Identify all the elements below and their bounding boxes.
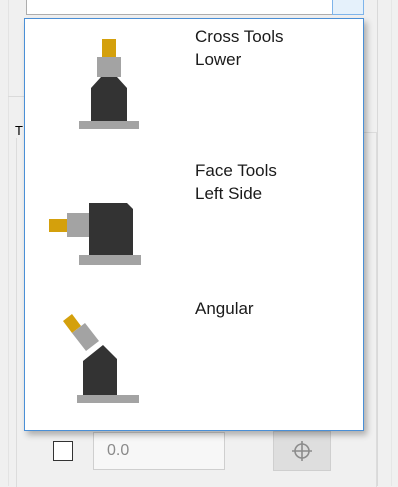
option-face-tools-left-side[interactable]: Face Tools Left Side	[25, 153, 363, 287]
option-label: Face Tools Left Side	[195, 161, 277, 203]
value-input[interactable]: 0.0	[93, 432, 225, 470]
angular-tool-icon	[63, 314, 139, 403]
group-box-title: T	[14, 123, 24, 138]
option-cross-tools-lower[interactable]: Cross Tools Lower	[25, 19, 363, 153]
crosshair-button[interactable]	[273, 431, 331, 471]
tool-type-combobox[interactable]	[26, 0, 334, 15]
divider	[8, 0, 9, 486]
cross-tool-lower-icon	[79, 39, 139, 129]
divider	[391, 0, 392, 486]
combobox-dropdown-button[interactable]	[332, 0, 364, 15]
option-angular[interactable]: Angular	[25, 287, 363, 421]
crosshair-icon	[292, 441, 312, 461]
tool-type-dropdown-list: Cross Tools Lower Face Tools Left Side A…	[24, 18, 364, 431]
enable-checkbox[interactable]	[53, 441, 73, 461]
option-label: Angular	[195, 299, 254, 318]
option-label: Cross Tools Lower	[195, 27, 284, 69]
divider	[377, 0, 378, 486]
face-tool-left-icon	[49, 203, 141, 265]
